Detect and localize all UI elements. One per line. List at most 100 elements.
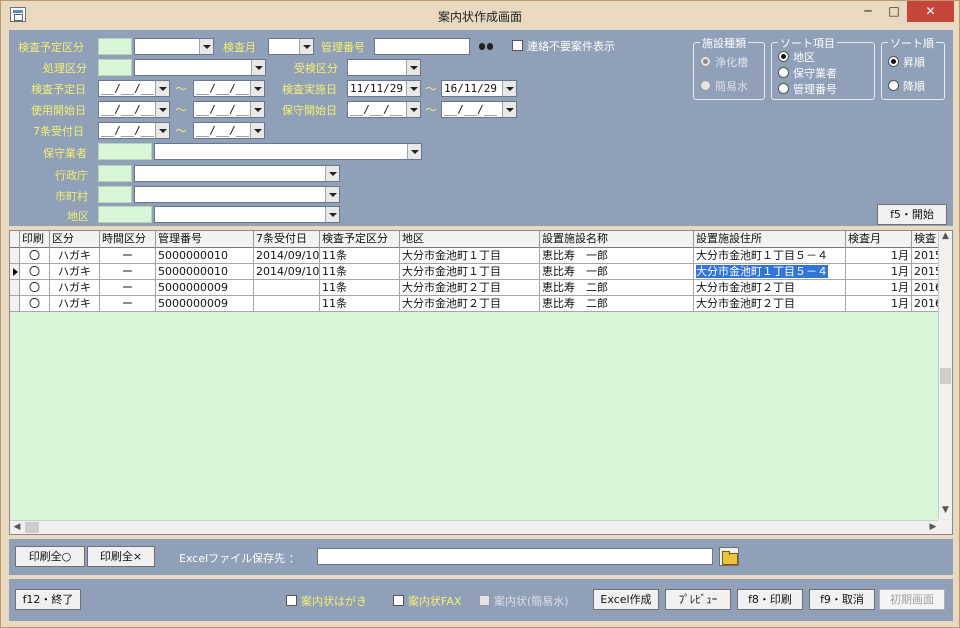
kensa-nen-cell[interactable]: 2015 [912,264,940,280]
grid-header-cell[interactable]: 時間区分 [100,231,156,248]
kensa-yotei-kubun-select[interactable] [134,38,214,55]
chiku-cell[interactable]: 大分市金池町１丁目 [400,264,540,280]
chevron-down-icon[interactable] [199,39,213,54]
kensa-jisshi-bi-from[interactable]: 11/11/29 [347,80,421,97]
cancel-button[interactable]: f9・取消 [809,589,875,610]
row-indicator[interactable] [10,264,20,280]
order-radio-desc[interactable] [888,80,899,91]
preview-button[interactable]: ﾌﾟﾚﾋﾞｭｰ [665,589,731,610]
print-all-off-button[interactable]: 印刷全× [87,546,155,567]
binoculars-icon[interactable] [479,40,495,52]
jikan-kubun-cell[interactable]: ー [100,280,156,296]
print-flag-cell[interactable]: 〇 [20,248,50,264]
grid-header-cell[interactable]: 設置施設住所 [694,231,846,248]
kensa-tsuki-cell[interactable]: 1月 [846,264,912,280]
print-flag-cell[interactable]: 〇 [20,280,50,296]
kensa-yotei-bi-to[interactable]: __/__/__ [193,80,265,97]
shisetsu-juusho-cell-selected[interactable]: 大分市金池町１丁目５－４ [694,264,846,280]
sort-radio-kanri-bangou[interactable] [778,83,789,94]
table-row[interactable]: 〇 ハガキ ー 5000000010 2014/09/10 11条 大分市金池町… [10,264,940,280]
nanajou-uketsuke-cell[interactable] [254,296,320,312]
kubun-cell[interactable]: ハガキ [50,264,100,280]
grid-vertical-scrollbar[interactable]: ▲ ▼ [938,231,952,519]
row-indicator[interactable] [10,296,20,312]
kensa-nen-cell[interactable]: 2016 [912,280,940,296]
shisetsu-juusho-cell[interactable]: 大分市金池町１丁目５－４ [694,248,846,264]
kanri-bangou-cell[interactable]: 5000000009 [156,280,254,296]
nanajou-uketsuke-cell[interactable] [254,280,320,296]
kanri-bangou-input[interactable] [374,38,470,55]
close-button[interactable]: ✕ [907,1,954,22]
grid-header-cell[interactable]: 検査月 [846,231,912,248]
chevron-down-icon[interactable] [502,81,516,96]
kubun-cell[interactable]: ハガキ [50,280,100,296]
jikan-kubun-cell[interactable]: ー [100,296,156,312]
nanajou-uketsuke-bi-to[interactable]: __/__/__ [193,122,265,139]
kanri-bangou-cell[interactable]: 5000000009 [156,296,254,312]
shisetsu-radio-kanisui[interactable] [700,80,711,91]
kanisui-checkbox[interactable] [479,595,490,606]
shisetsu-meishou-cell[interactable]: 恵比寿 一郎 [540,264,694,280]
scroll-left-icon[interactable]: ◀ [10,521,24,534]
chevron-down-icon[interactable] [325,166,339,181]
chevron-down-icon[interactable] [251,60,265,75]
chevron-down-icon[interactable] [299,39,313,54]
kensa-yotei-kubun-cell[interactable]: 11条 [320,264,400,280]
hoshu-gyousha-select[interactable] [154,143,422,160]
print-flag-cell[interactable]: 〇 [20,264,50,280]
gyouseichou-select[interactable] [134,165,340,182]
chevron-down-icon[interactable] [406,102,420,117]
chiku-cell[interactable]: 大分市金池町１丁目 [400,248,540,264]
shisetsu-juusho-cell[interactable]: 大分市金池町２丁目 [694,280,846,296]
shiyou-kaishi-bi-to[interactable]: __/__/__ [193,101,265,118]
vertical-scroll-thumb[interactable] [940,368,951,384]
folder-browse-button[interactable] [719,547,739,566]
excel-create-button[interactable]: Excel作成 [593,589,659,610]
hagaki-checkbox[interactable] [286,595,297,606]
table-row[interactable]: 〇 ハガキ ー 5000000009 11条 大分市金池町２丁目 恵比寿 二郎 … [10,280,940,296]
row-indicator[interactable] [10,248,20,264]
shisetsu-radio-joukasou[interactable] [700,56,711,67]
shisetsu-meishou-cell[interactable]: 恵比寿 一郎 [540,248,694,264]
sort-radio-chiku[interactable] [778,51,789,62]
grid-header-cell[interactable]: 検査 [912,231,940,248]
shisetsu-meishou-cell[interactable]: 恵比寿 二郎 [540,296,694,312]
order-radio-asc[interactable] [888,56,899,67]
kensa-tsuki-cell[interactable]: 1月 [846,296,912,312]
jikan-kubun-cell[interactable]: ー [100,248,156,264]
grid-header-cell[interactable]: 検査予定区分 [320,231,400,248]
shichouson-select[interactable] [134,186,340,203]
chiku-cell[interactable]: 大分市金池町２丁目 [400,280,540,296]
renraku-fuyou-checkbox[interactable] [512,40,523,51]
kensa-nen-cell[interactable]: 2015 [912,248,940,264]
kensa-nen-cell[interactable]: 2016 [912,296,940,312]
chevron-down-icon[interactable] [325,207,339,222]
kensa-yotei-kubun-code[interactable] [98,38,132,55]
nanajou-uketsuke-cell[interactable]: 2014/09/10 [254,248,320,264]
grid-header-cell[interactable]: 管理番号 [156,231,254,248]
hoshu-kaishi-bi-from[interactable]: __/__/__ [347,101,421,118]
grid-header-cell[interactable]: 地区 [400,231,540,248]
end-button[interactable]: f12・終了 [15,589,81,610]
chevron-down-icon[interactable] [250,81,264,96]
chevron-down-icon[interactable] [250,102,264,117]
table-row[interactable]: 〇 ハガキ ー 5000000010 2014/09/10 11条 大分市金池町… [10,248,940,264]
scroll-up-icon[interactable]: ▲ [939,231,952,245]
start-button[interactable]: f5・開始 [877,204,947,225]
print-button[interactable]: f8・印刷 [737,589,803,610]
maximize-button[interactable]: □ [881,1,907,22]
kensa-tsuki-cell[interactable]: 1月 [846,248,912,264]
shori-kubun-select[interactable] [134,59,266,76]
grid-horizontal-scrollbar[interactable]: ◀ ▶ [10,520,940,534]
chiku-cell[interactable]: 大分市金池町２丁目 [400,296,540,312]
sort-radio-hoshu-gyousha[interactable] [778,67,789,78]
row-indicator[interactable] [10,280,20,296]
shisetsu-meishou-cell[interactable]: 恵比寿 二郎 [540,280,694,296]
chevron-down-icon[interactable] [155,81,169,96]
chevron-down-icon[interactable] [155,102,169,117]
chevron-down-icon[interactable] [325,187,339,202]
minimize-button[interactable]: ─ [855,1,881,22]
juken-kubun-select[interactable] [347,59,421,76]
kensa-tsuki-cell[interactable]: 1月 [846,280,912,296]
kensa-yotei-kubun-cell[interactable]: 11条 [320,280,400,296]
